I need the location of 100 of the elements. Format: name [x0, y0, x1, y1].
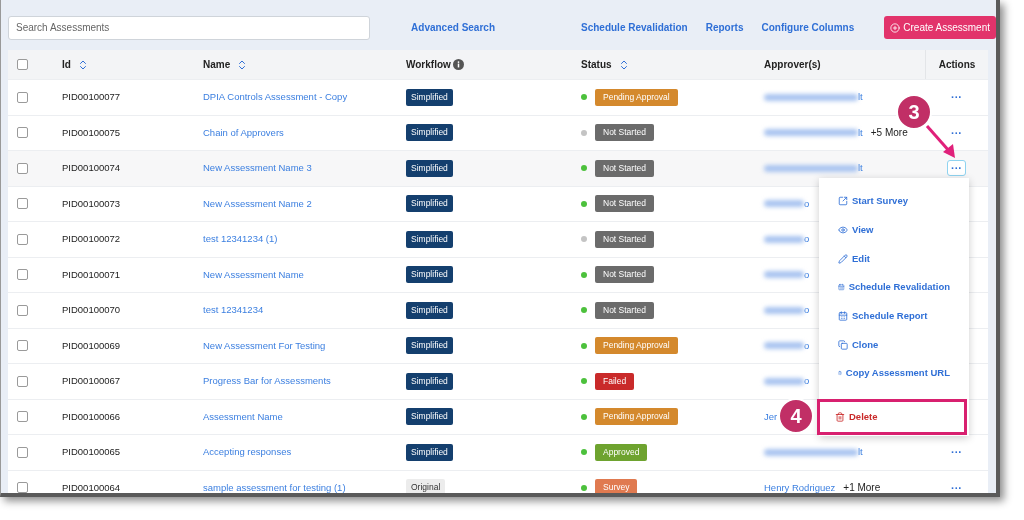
- assessment-name-link[interactable]: sample assessment for testing (1): [203, 480, 346, 493]
- assessment-id: PID00100066: [62, 409, 121, 424]
- column-header[interactable]: Id: [62, 57, 71, 72]
- trash-icon: [835, 412, 845, 422]
- link[interactable]: Configure Columns: [761, 20, 855, 35]
- column-header: Approver(s): [764, 58, 821, 72]
- assessment-name-link[interactable]: New Assessment For Testing: [203, 338, 326, 353]
- workflow-tag: Original: [406, 479, 446, 493]
- workflow-tag: Simplified: [406, 408, 453, 426]
- menu-item[interactable]: Clone: [819, 330, 969, 360]
- menu-item[interactable]: Copy Assessment URL: [819, 359, 969, 388]
- menu-item[interactable]: Edit: [819, 244, 969, 274]
- workflow-tag: Simplified: [406, 230, 453, 248]
- calendar-icon: [838, 311, 848, 322]
- assessment-id: PID00100069: [62, 338, 121, 353]
- checkbox[interactable]: [17, 340, 28, 352]
- status-tag: Survey: [595, 479, 638, 493]
- approver-name-fragment: lt: [858, 445, 863, 460]
- status-tag: Not Started: [595, 266, 654, 284]
- workflow-tag: Simplified: [406, 372, 453, 390]
- link[interactable]: Advanced Search: [411, 20, 495, 35]
- menu-item[interactable]: Schedule Report: [819, 301, 969, 331]
- checkbox[interactable]: [17, 304, 28, 316]
- checkbox[interactable]: [17, 482, 28, 493]
- approver-name-fragment: o: [804, 338, 810, 353]
- approver-name-fragment: lt: [858, 161, 863, 176]
- assessment-id: PID00100071: [62, 267, 121, 282]
- assessment-name-link[interactable]: Assessment Name: [203, 409, 283, 424]
- menu-item[interactable]: Schedule Revalidation: [819, 273, 969, 302]
- assessment-name-link[interactable]: New Assessment Name 2: [203, 196, 312, 211]
- status-tag: Approved: [595, 443, 648, 461]
- workflow-tag: Simplified: [406, 159, 453, 177]
- menu-item[interactable]: Delete: [817, 399, 967, 435]
- more-actions-button[interactable]: ···: [947, 479, 966, 493]
- checkbox[interactable]: [17, 411, 28, 423]
- column-header[interactable]: Status: [581, 57, 612, 72]
- checkbox[interactable]: [17, 198, 28, 210]
- status-tag: Pending Approval: [595, 88, 678, 106]
- eye-icon: [838, 225, 848, 236]
- approver-link[interactable]: Henry Rodriguez: [764, 480, 836, 493]
- checkbox[interactable]: [17, 233, 28, 245]
- assessment-id: PID00100074: [62, 161, 121, 176]
- checkbox[interactable]: [17, 162, 28, 174]
- status-tag: Not Started: [595, 301, 654, 319]
- copy-icon: [838, 339, 848, 350]
- link[interactable]: Schedule Revalidation: [581, 20, 688, 35]
- assessment-name-link[interactable]: DPIA Controls Assessment - Copy: [203, 90, 348, 105]
- assessment-name-link[interactable]: Progress Bar for Assessments: [203, 374, 331, 389]
- menu-item[interactable]: View: [819, 215, 969, 245]
- assessment-name-link[interactable]: Accepting responses: [203, 445, 292, 460]
- more-actions-button[interactable]: ···: [947, 444, 966, 461]
- pencil-icon: [838, 253, 848, 264]
- external-link-icon: [838, 196, 848, 207]
- approver-name-fragment: o: [804, 232, 810, 247]
- status-tag: Pending Approval: [595, 408, 678, 426]
- approver-name-fragment: o: [804, 267, 810, 282]
- link[interactable]: Reports: [705, 20, 744, 35]
- column-header: Workflow: [406, 58, 451, 72]
- menu-item[interactable]: Start Survey: [819, 187, 969, 216]
- workflow-tag: Simplified: [406, 124, 453, 142]
- assessment-id: PID00100070: [62, 303, 121, 318]
- approver-name-fragment: o: [804, 303, 810, 318]
- assessment-name-link[interactable]: test 12341234: [203, 303, 264, 318]
- assessment-id: PID00100075: [62, 125, 121, 140]
- calendar-icon: [838, 282, 845, 293]
- pointer-arrow: [925, 124, 957, 160]
- workflow-tag: Simplified: [406, 301, 453, 319]
- status-tag: Not Started: [595, 124, 654, 142]
- checkbox[interactable]: [17, 269, 28, 281]
- column-header: Actions: [938, 58, 976, 72]
- assessment-name-link[interactable]: test 12341234 (1): [203, 232, 278, 247]
- info-icon: [452, 59, 464, 70]
- workflow-tag: Simplified: [406, 88, 453, 106]
- search-field[interactable]: Search Assessments: [8, 15, 371, 40]
- approver-name-fragment: lt: [858, 90, 863, 105]
- more-actions-button[interactable]: ···: [947, 89, 966, 106]
- approver-name-fragment: lt: [858, 125, 863, 140]
- assessment-id: PID00100072: [62, 232, 121, 247]
- assessment-id: PID00100073: [62, 196, 121, 211]
- checkbox[interactable]: [17, 446, 28, 458]
- column-header[interactable]: Name: [203, 57, 231, 72]
- approver-name-fragment: o: [804, 196, 810, 211]
- more-approvers[interactable]: +1 More: [843, 480, 881, 493]
- checkbox[interactable]: [17, 375, 28, 387]
- checkbox[interactable]: [17, 59, 28, 70]
- status-tag: Not Started: [595, 195, 654, 213]
- approver-name-fragment: o: [804, 374, 810, 389]
- status-tag: Not Started: [595, 230, 654, 248]
- assessment-name-link[interactable]: New Assessment Name: [203, 267, 304, 282]
- checkbox[interactable]: [17, 127, 28, 139]
- status-tag: Pending Approval: [595, 337, 678, 355]
- workflow-tag: Simplified: [406, 266, 453, 284]
- approver-link[interactable]: Jer: [764, 409, 778, 424]
- workflow-tag: Simplified: [406, 443, 453, 461]
- assessment-name-link[interactable]: New Assessment Name 3: [203, 161, 312, 176]
- more-actions-button[interactable]: ···: [947, 124, 966, 141]
- create-assessment-button[interactable]: Create Assessment: [884, 16, 996, 39]
- more-actions-button[interactable]: ···: [947, 160, 966, 177]
- checkbox[interactable]: [17, 91, 28, 103]
- assessment-name-link[interactable]: Chain of Approvers: [203, 125, 284, 140]
